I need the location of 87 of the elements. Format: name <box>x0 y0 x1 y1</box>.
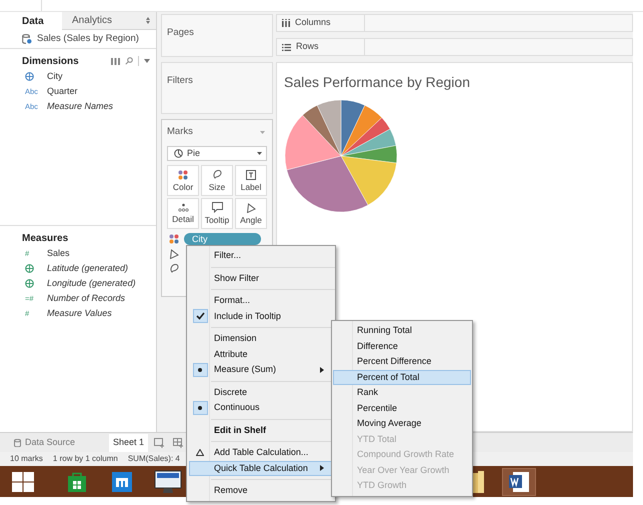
menu-item[interactable]: Percentile <box>333 400 471 416</box>
menu-item[interactable]: Format... <box>189 293 333 308</box>
database-icon <box>22 34 32 44</box>
radio-indicator <box>192 400 208 415</box>
field-label[interactable]: Longitude (generated) <box>47 276 136 290</box>
check-icon <box>196 312 204 320</box>
angle-icon <box>169 248 179 258</box>
mark-property-button[interactable]: Detail <box>167 198 199 229</box>
status-text: 10 marks <box>10 453 43 465</box>
menu-item[interactable]: Percent of Total <box>333 370 471 385</box>
submenu-arrow-icon <box>320 465 324 472</box>
text-box-icon <box>246 170 256 180</box>
marks-title: Marks <box>167 124 193 139</box>
field-label[interactable]: Quarter <box>47 84 78 98</box>
sheet-tab[interactable]: Data Source <box>10 434 80 452</box>
columns-icon <box>282 19 290 27</box>
lasso-icon <box>212 169 222 180</box>
menu-item[interactable]: Add Table Calculation... <box>189 445 333 460</box>
pie-icon <box>174 149 183 158</box>
data-source-name[interactable]: Sales (Sales by Region) <box>37 32 139 46</box>
rows-icon <box>282 44 291 50</box>
menu-item[interactable]: Measure (Sum) <box>189 362 333 378</box>
menu-item[interactable]: Filter... <box>189 248 333 264</box>
menu-item[interactable]: Include in Tooltip <box>189 308 333 324</box>
windows-logo-icon[interactable] <box>12 472 34 492</box>
pages-shelf: Pages <box>161 14 273 57</box>
mark-property-button[interactable]: Size <box>201 165 233 196</box>
sort-arrows-icon[interactable] <box>146 17 150 24</box>
section-heading: Measures <box>22 232 68 246</box>
database-icon <box>14 439 21 447</box>
shelf-label: Columns <box>295 16 331 30</box>
menu-item[interactable]: Running Total <box>333 323 471 338</box>
caret-icon[interactable] <box>144 59 150 63</box>
new-dashboard-icon[interactable] <box>173 438 184 448</box>
speech-bubble-icon <box>212 202 222 214</box>
menu-item[interactable]: Show Filter <box>189 270 333 286</box>
mark-property-button[interactable]: Label <box>235 165 267 196</box>
radio-indicator <box>192 362 208 377</box>
dots-icon <box>178 203 188 212</box>
caret-icon <box>257 152 262 155</box>
status-text: SUM(Sales): 4 <box>128 453 180 465</box>
pane-tab[interactable]: Analytics <box>62 12 146 30</box>
lasso-icon <box>169 263 180 274</box>
menu-item[interactable]: Dimension <box>189 331 333 346</box>
color-dots-icon <box>178 170 188 180</box>
color-dots-icon <box>169 234 179 244</box>
mark-property-button[interactable]: Color <box>167 165 199 196</box>
menu-item[interactable]: Continuous <box>189 400 333 416</box>
mark-property-button[interactable]: Tooltip <box>201 198 233 229</box>
search-icon[interactable] <box>125 57 133 65</box>
shopping-bag-icon[interactable] <box>68 472 86 492</box>
document-icon <box>509 472 529 492</box>
globe-icon <box>25 72 34 81</box>
submenu-arrow-icon <box>320 366 324 373</box>
globe-icon <box>25 279 34 288</box>
pane-tab[interactable]: Data <box>0 12 62 30</box>
mark-type-dropdown[interactable]: Pie <box>167 146 267 161</box>
globe-icon <box>25 264 34 273</box>
monitor-icon[interactable] <box>154 470 182 494</box>
menu-item[interactable]: Remove <box>189 483 333 498</box>
section-heading: Dimensions <box>22 54 79 68</box>
new-sheet-icon[interactable] <box>154 438 166 448</box>
menu-item[interactable]: Attribute <box>189 346 333 362</box>
shelf-label: Rows <box>296 40 319 54</box>
view-title: Sales Performance by Region <box>284 73 471 92</box>
browser-app-icon[interactable] <box>112 472 132 492</box>
filters-shelf: Filters <box>161 62 273 114</box>
status-text: 1 row by 1 column <box>52 453 118 465</box>
field-label[interactable]: Measure Values <box>47 306 112 320</box>
field-label[interactable]: Number of Records <box>47 292 126 306</box>
taskbar-app-button[interactable] <box>502 468 536 496</box>
field-label[interactable]: Sales <box>47 246 70 260</box>
menu-item[interactable]: Discrete <box>189 384 333 400</box>
delta-icon <box>196 449 204 456</box>
menu-item[interactable]: Edit in Shelf <box>189 422 333 438</box>
field-label[interactable]: Measure Names <box>47 100 114 114</box>
grid-icon[interactable] <box>111 58 120 64</box>
menu-item[interactable]: Rank <box>333 385 471 400</box>
menu-item[interactable]: Difference <box>333 338 471 354</box>
mark-property-button[interactable]: Angle <box>235 198 267 229</box>
field-label[interactable]: City <box>47 70 62 84</box>
menu-item[interactable]: Moving Average <box>333 416 471 432</box>
menu-item[interactable]: Percent Difference <box>333 354 471 370</box>
field-label[interactable]: Latitude (generated) <box>47 262 128 276</box>
angle-icon <box>246 202 256 213</box>
menu-item[interactable]: Quick Table Calculation <box>189 460 333 476</box>
sheet-tab[interactable]: Sheet 1 <box>109 434 148 452</box>
